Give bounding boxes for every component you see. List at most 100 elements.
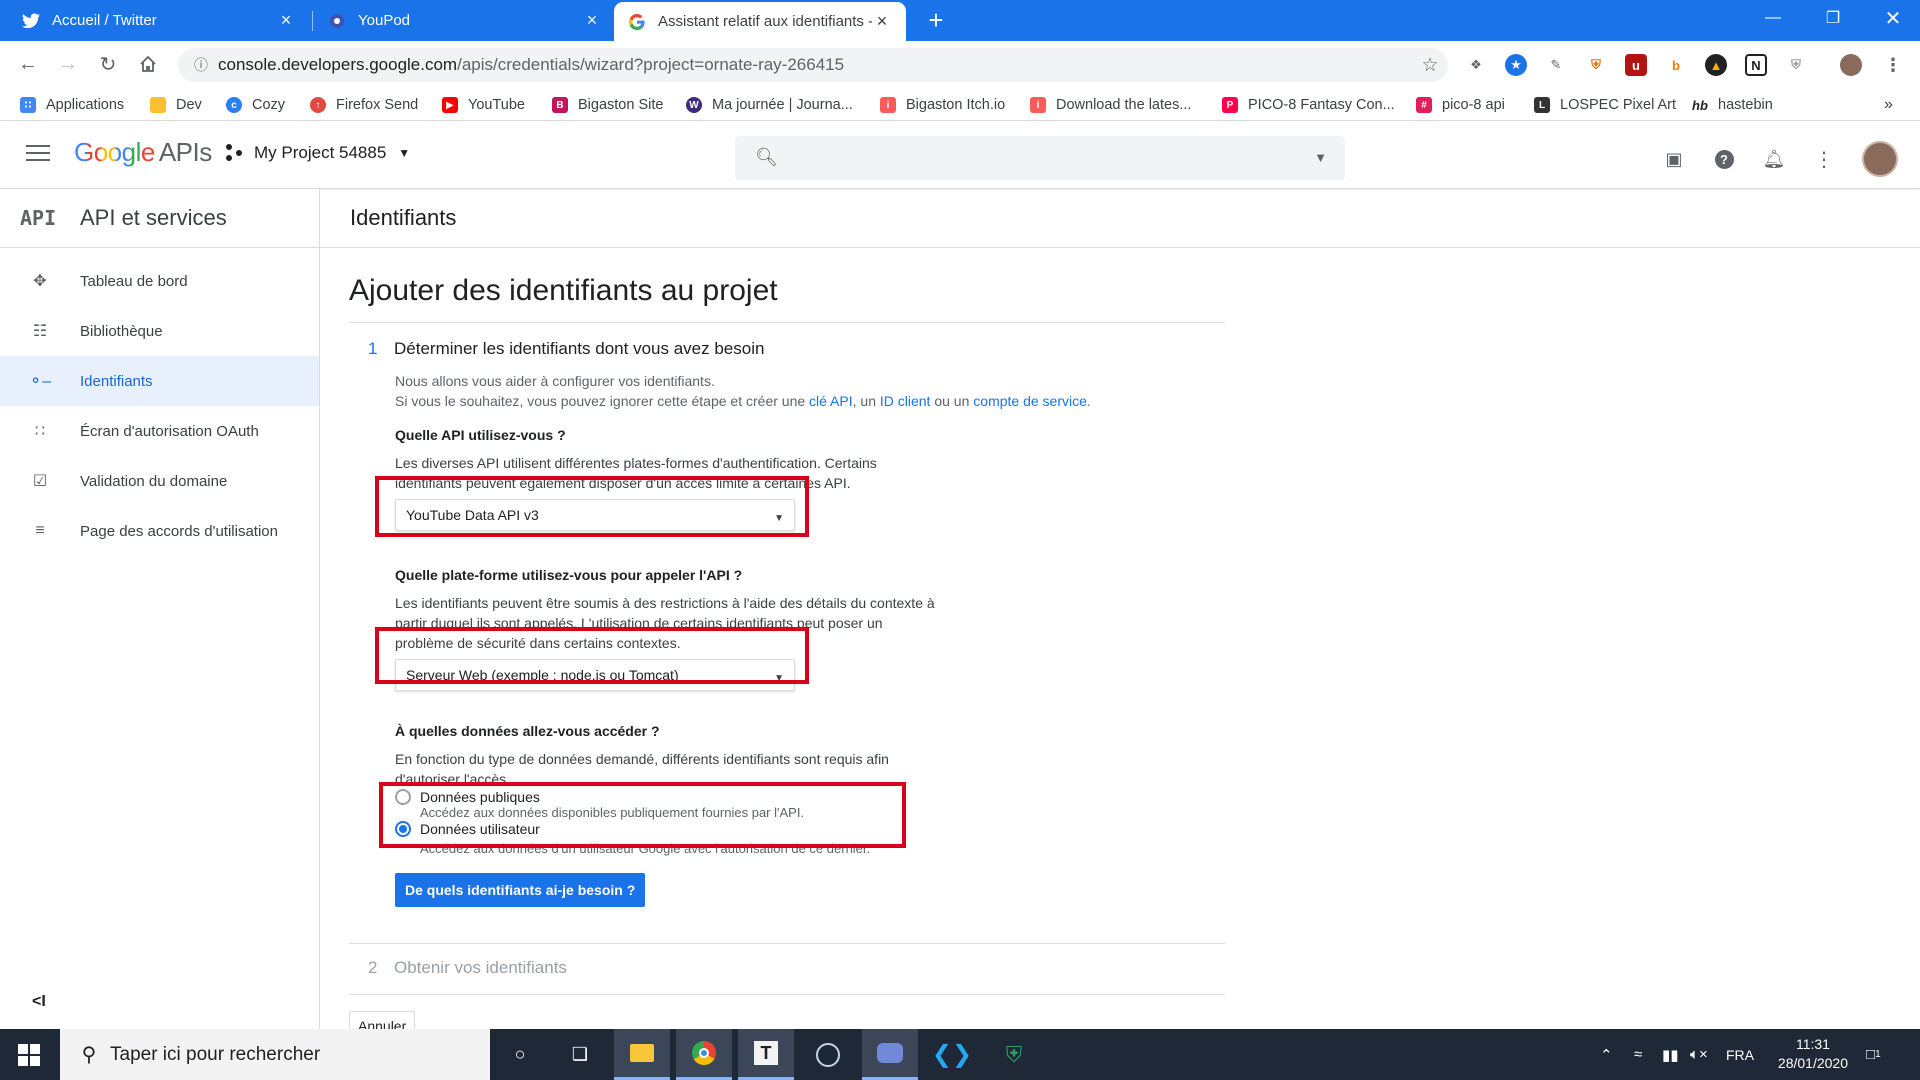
language-indicator[interactable]: FRA bbox=[1726, 1029, 1754, 1080]
vscode-icon[interactable]: ❮❯ bbox=[924, 1029, 980, 1080]
chrome-menu-icon[interactable]: ⋮ bbox=[1882, 54, 1904, 76]
highlight-box-api bbox=[375, 476, 809, 537]
help-icon[interactable]: ? bbox=[1712, 147, 1736, 171]
bookmark-cozy[interactable]: c Cozy bbox=[226, 94, 285, 116]
chrome-icon[interactable] bbox=[676, 1029, 732, 1080]
minimize-window-icon[interactable]: — bbox=[1750, 0, 1796, 36]
close-tab-icon[interactable]: × bbox=[872, 11, 892, 32]
show-hidden-icons[interactable]: ⌃ bbox=[1600, 1029, 1613, 1080]
taskbar-search-input[interactable]: ⚲ Taper ici pour rechercher bbox=[60, 1029, 490, 1080]
notifications-icon[interactable]: 🔔︎ bbox=[1762, 147, 1786, 171]
bookmarks-overflow-icon[interactable]: » bbox=[1884, 94, 1893, 116]
reload-icon[interactable]: ↻ bbox=[94, 50, 122, 78]
service-account-link[interactable]: compte de service bbox=[973, 393, 1087, 409]
bookmark-label: Applications bbox=[46, 97, 125, 113]
bookmark-youtube[interactable]: ▶ YouTube bbox=[442, 94, 525, 116]
gift-icon[interactable]: ▣ bbox=[1662, 147, 1686, 171]
bookmark-pico8[interactable]: P PICO-8 Fantasy Con... bbox=[1222, 94, 1395, 116]
more-options-icon[interactable]: ⋮ bbox=[1812, 147, 1836, 171]
tab-youpod[interactable]: YouPod × bbox=[314, 0, 616, 41]
taskbar-clock[interactable]: 11:31 28/01/2020 bbox=[1778, 1035, 1848, 1073]
extension-star-icon[interactable]: ★ bbox=[1505, 54, 1527, 76]
api-key-link[interactable]: clé API bbox=[809, 393, 853, 409]
task-view-icon[interactable]: ❏ bbox=[552, 1029, 608, 1080]
bookmark-journal[interactable]: W Ma journée | Journa... bbox=[686, 94, 853, 116]
close-window-icon[interactable]: ✕ bbox=[1870, 0, 1916, 36]
new-tab-button[interactable]: + bbox=[922, 6, 950, 34]
discord-icon[interactable] bbox=[862, 1029, 918, 1080]
bookmark-bigaston-itchio[interactable]: i Bigaston Itch.io bbox=[880, 94, 1005, 116]
project-icon bbox=[226, 144, 244, 162]
extension-badge-icon[interactable]: ⛨ bbox=[1785, 54, 1807, 76]
windows-security-icon[interactable]: ⛨ bbox=[986, 1029, 1042, 1080]
sidebar-item-domain-verification[interactable]: ☑ Validation du domaine bbox=[0, 456, 319, 506]
typora-icon[interactable]: T bbox=[738, 1029, 794, 1080]
extension-puzzle-icon[interactable]: ❖ bbox=[1465, 54, 1487, 76]
sidebar-item-credentials[interactable]: ⚬– Identifiants bbox=[0, 356, 319, 406]
wizard-step-2[interactable]: 2 Obtenir vos identifiants bbox=[349, 958, 1225, 995]
tab-twitter[interactable]: Accueil / Twitter × bbox=[8, 0, 310, 41]
search-icon: 🔍︎ bbox=[755, 147, 778, 167]
step-title: Obtenir vos identifiants bbox=[394, 958, 567, 977]
bigaston-icon: B bbox=[552, 97, 568, 113]
extension-ublock-icon[interactable]: u bbox=[1625, 54, 1647, 76]
file-explorer-icon[interactable] bbox=[614, 1029, 670, 1080]
extension-brush-icon[interactable]: ✎ bbox=[1545, 54, 1567, 76]
bookmark-label: pico-8 api bbox=[1442, 97, 1505, 113]
question-data: À quelles données allez-vous accéder ? bbox=[395, 723, 660, 739]
main-menu-icon[interactable] bbox=[26, 145, 50, 163]
extension-fire-icon[interactable]: ▲ bbox=[1705, 54, 1727, 76]
client-id-link[interactable]: ID client bbox=[880, 393, 931, 409]
back-icon[interactable]: ← bbox=[14, 50, 42, 78]
cortana-icon[interactable]: ○ bbox=[492, 1029, 548, 1080]
collapse-sidebar-icon[interactable]: <I bbox=[32, 993, 46, 1011]
account-avatar[interactable] bbox=[1862, 141, 1898, 177]
key-icon: ⚬– bbox=[28, 373, 52, 390]
network-icon[interactable]: ≈ bbox=[1634, 1029, 1642, 1080]
bookmark-applications[interactable]: ∷ Applications bbox=[20, 94, 124, 116]
api-logo-icon: API bbox=[20, 206, 57, 230]
notification-center-icon[interactable]: □ 1 bbox=[1866, 1029, 1881, 1080]
bookmark-pico8-api[interactable]: # pico-8 api bbox=[1416, 94, 1505, 116]
extension-notion-icon[interactable]: N bbox=[1745, 54, 1767, 76]
steam-icon[interactable] bbox=[800, 1029, 856, 1080]
bookmark-label: PICO-8 Fantasy Con... bbox=[1248, 97, 1395, 113]
bookmark-dev[interactable]: Dev bbox=[150, 94, 202, 116]
extension-b-icon[interactable]: b bbox=[1665, 54, 1687, 76]
intro-sep: , un bbox=[852, 393, 880, 409]
windows-start-icon[interactable] bbox=[0, 1029, 58, 1080]
tab-title: YouPod bbox=[358, 12, 411, 29]
close-tab-icon[interactable]: × bbox=[276, 10, 296, 31]
battery-icon[interactable]: ▮▮ bbox=[1662, 1029, 1679, 1080]
site-info-icon[interactable]: ⓘ bbox=[184, 55, 218, 75]
restore-window-icon[interactable]: ❐ bbox=[1810, 0, 1856, 36]
bookmark-lospec[interactable]: L LOSPEC Pixel Art bbox=[1534, 94, 1676, 116]
address-bar[interactable]: ⓘ console.developers.google.com/apis/cre… bbox=[178, 48, 1448, 82]
project-selector[interactable]: My Project 54885 ▼ bbox=[226, 143, 410, 163]
sidebar-item-library[interactable]: ☷ Bibliothèque bbox=[0, 306, 319, 356]
bookmark-download-latest[interactable]: i Download the lates... bbox=[1030, 94, 1191, 116]
home-icon[interactable] bbox=[134, 50, 162, 78]
bookmark-bigaston-site[interactable]: B Bigaston Site bbox=[552, 94, 663, 116]
bookmark-star-icon[interactable]: ☆ bbox=[1412, 54, 1448, 77]
console-search-input[interactable]: 🔍︎ ▼ bbox=[735, 136, 1345, 180]
bookmark-firefox-send[interactable]: ↑ Firefox Send bbox=[310, 94, 418, 116]
extension-shield-icon[interactable]: ⛨ bbox=[1585, 54, 1607, 76]
bookmark-hastebin[interactable]: hb hastebin bbox=[1692, 94, 1773, 116]
url-text[interactable]: console.developers.google.com/apis/crede… bbox=[218, 55, 1412, 75]
google-apis-logo[interactable]: Google APIs bbox=[74, 137, 212, 168]
profile-avatar[interactable] bbox=[1840, 54, 1862, 76]
sidebar-item-agreements[interactable]: ≡ Page des accords d'utilisation bbox=[0, 506, 319, 556]
search-dropdown-icon[interactable]: ▼ bbox=[1314, 150, 1327, 165]
forward-icon[interactable]: → bbox=[54, 50, 82, 78]
sidebar-item-oauth-consent[interactable]: ∷ Écran d'autorisation OAuth bbox=[0, 406, 319, 456]
clock-time: 11:31 bbox=[1795, 1036, 1830, 1052]
tab-strip: Accueil / Twitter × YouPod × Assistant r… bbox=[0, 0, 1920, 41]
bookmark-label: Cozy bbox=[252, 97, 286, 113]
browser-toolbar: ← → ↻ ⓘ console.developers.google.com/ap… bbox=[0, 41, 1920, 87]
close-tab-icon[interactable]: × bbox=[582, 10, 602, 31]
which-credentials-button[interactable]: De quels identifiants ai-je besoin ? bbox=[395, 873, 646, 907]
tab-credentials-wizard[interactable]: Assistant relatif aux identifiants - × bbox=[614, 2, 906, 41]
volume-muted-icon[interactable]: 🔈︎× bbox=[1690, 1029, 1708, 1080]
sidebar-item-dashboard[interactable]: ✥ Tableau de bord bbox=[0, 256, 319, 306]
